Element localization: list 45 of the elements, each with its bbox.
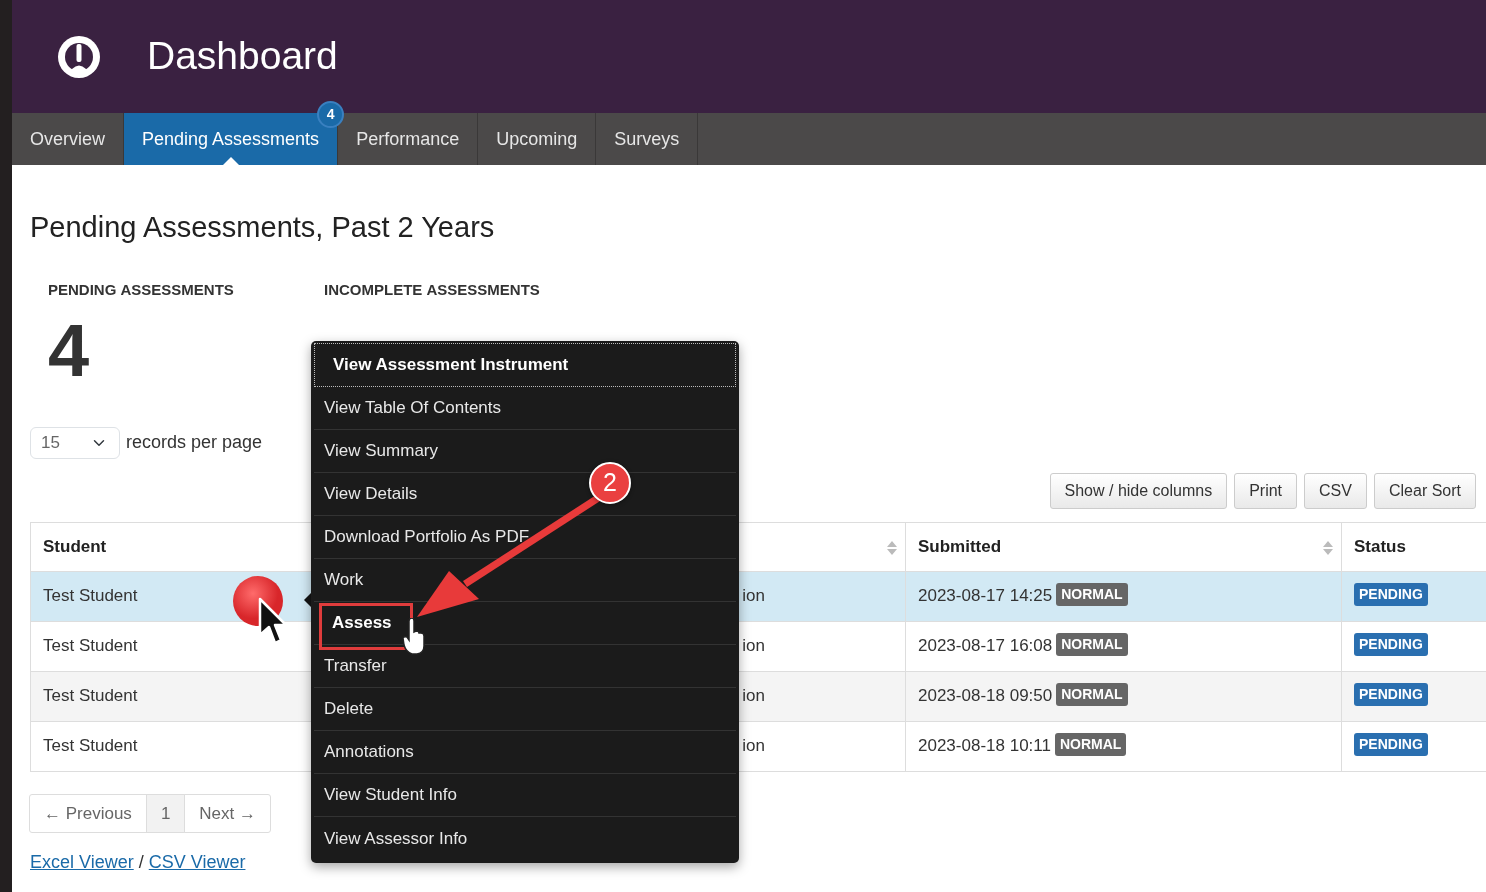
table-cell: 2023-08-18 09:50 — [918, 686, 1053, 706]
stat-label: PENDING ASSESSMENTS — [48, 280, 235, 300]
status-badge: PENDING — [1354, 683, 1428, 707]
sort-icon[interactable] — [1323, 540, 1333, 555]
hand-cursor-icon — [401, 618, 427, 656]
separator-text: / — [137, 852, 145, 872]
viewer-link[interactable]: CSV Viewer — [148, 852, 246, 872]
priority-badge: NORMAL — [1054, 733, 1127, 757]
table-cell: 2023-08-17 16:08 — [918, 636, 1053, 656]
tab[interactable]: Upcoming — [478, 113, 597, 165]
toolbar-button[interactable]: CSV — [1304, 472, 1367, 509]
toolbar-button[interactable]: Print — [1234, 472, 1298, 509]
page-size-select[interactable]: 15 — [30, 426, 120, 459]
page-size-label: records per page — [126, 431, 263, 454]
menu-item[interactable]: View Assessment Instrument — [314, 343, 736, 387]
priority-badge: NORMAL — [1056, 683, 1128, 707]
menu-item[interactable]: View Table Of Contents — [314, 387, 736, 430]
tab[interactable]: Surveys — [596, 113, 699, 165]
tab-pointer-icon — [223, 157, 240, 165]
menu-item[interactable]: Delete — [314, 688, 736, 731]
priority-badge: NORMAL — [1056, 633, 1128, 657]
page-heading: Dashboard — [147, 33, 338, 80]
status-badge: PENDING — [1354, 583, 1428, 607]
menu-item[interactable]: Annotations — [314, 731, 736, 774]
menu-item[interactable]: View Student Info — [314, 774, 736, 817]
table-cell: 2023-08-18 10:11 — [918, 736, 1051, 756]
toolbar-button[interactable]: Clear Sort — [1373, 472, 1476, 509]
priority-badge: NORMAL — [1056, 583, 1128, 607]
tab[interactable]: Performance — [338, 113, 479, 165]
status-badge: PENDING — [1354, 633, 1428, 657]
column-header[interactable]: Status — [1341, 522, 1486, 571]
menu-item[interactable]: View Assessor Info — [314, 817, 736, 860]
next-button[interactable]: Next → — [184, 793, 272, 833]
gauge-icon — [57, 34, 101, 79]
section-title: Pending Assessments, Past 2 Years — [30, 210, 496, 245]
stat-value: 4 — [48, 313, 91, 388]
column-header[interactable]: Submitted — [905, 522, 1342, 571]
stat-label: INCOMPLETE ASSESSMENTS — [324, 280, 541, 300]
viewer-link[interactable]: Excel Viewer — [30, 852, 134, 872]
table-cell: 2023-08-17 14:25 — [918, 586, 1053, 606]
page-button[interactable]: 1 — [145, 793, 186, 833]
toolbar-button[interactable]: Show / hide columns — [1049, 472, 1228, 509]
previous-button[interactable]: ← Previous — [29, 793, 147, 833]
status-badge: PENDING — [1354, 733, 1428, 757]
sort-icon[interactable] — [887, 540, 897, 555]
